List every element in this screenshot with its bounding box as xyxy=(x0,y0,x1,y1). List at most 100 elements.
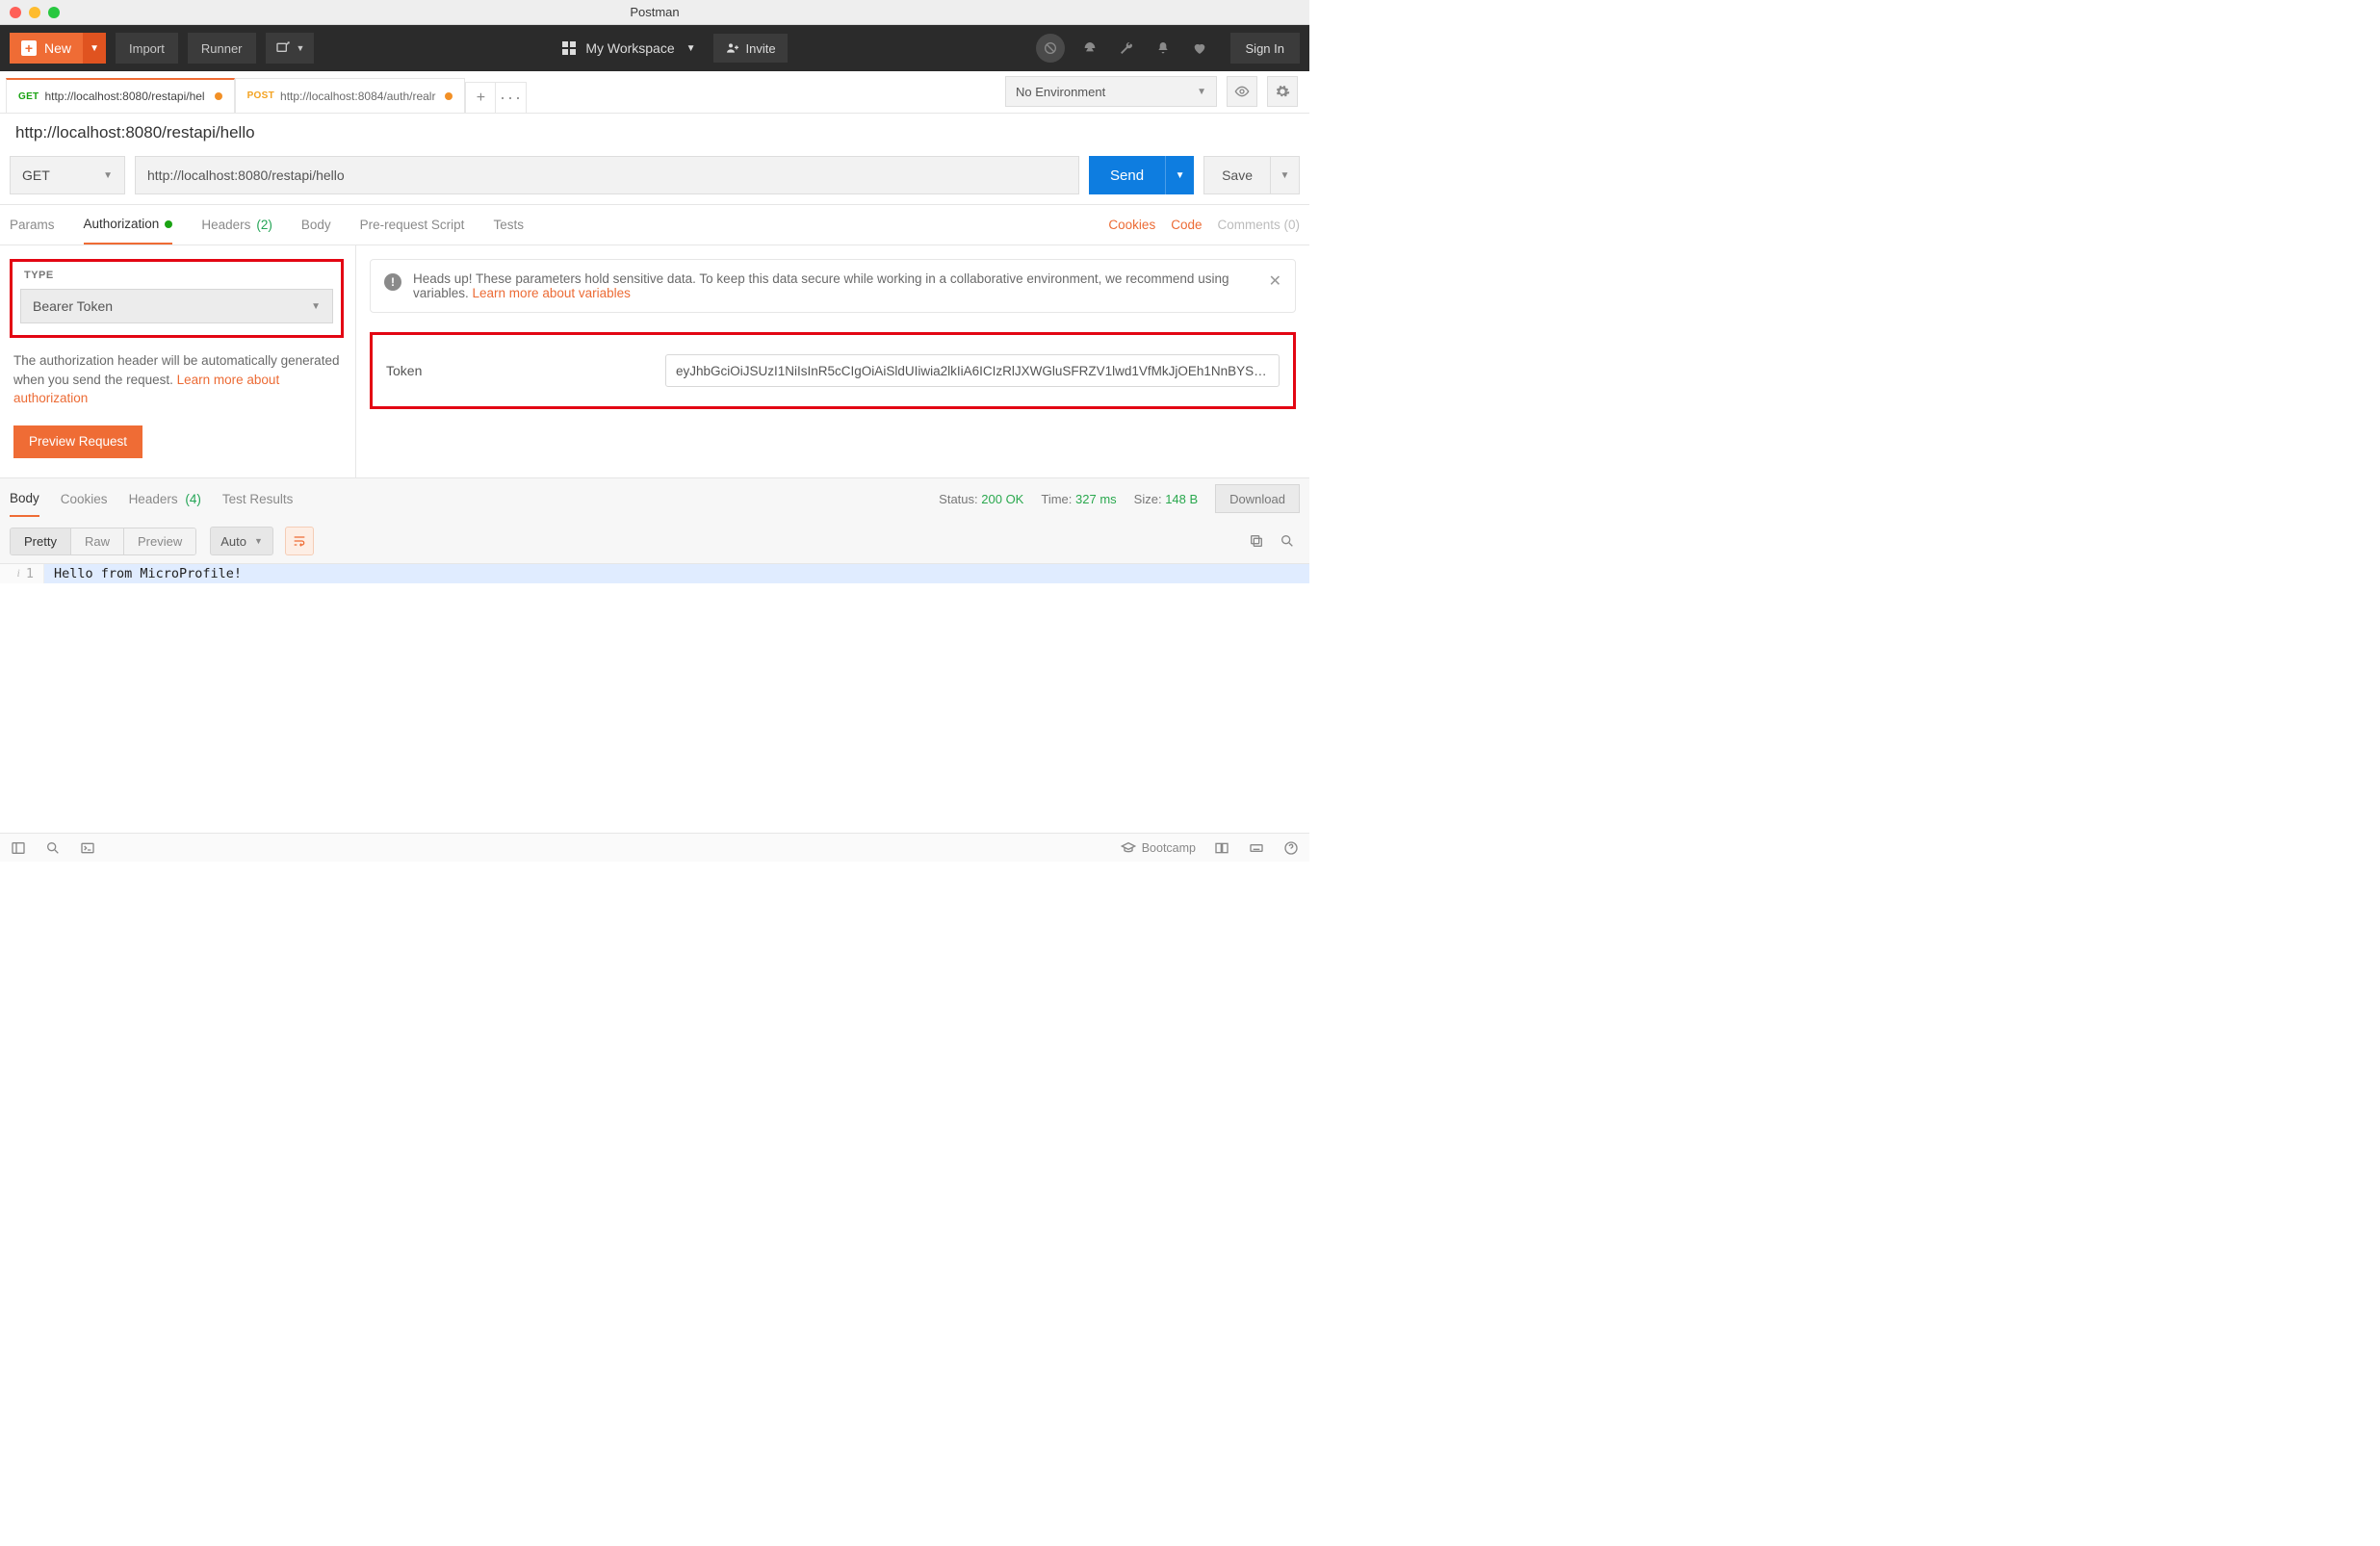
send-dropdown-button[interactable]: ▼ xyxy=(1165,156,1194,194)
chevron-down-icon: ▼ xyxy=(686,43,696,54)
token-input[interactable] xyxy=(665,354,1280,387)
response-tab-body[interactable]: Body xyxy=(10,481,39,517)
tab-actions-button[interactable]: ··· xyxy=(496,82,527,113)
keyboard-shortcuts-button[interactable] xyxy=(1248,839,1265,857)
graduation-cap-icon xyxy=(1121,840,1136,856)
close-banner-button[interactable]: ✕ xyxy=(1269,271,1281,291)
tabs-and-env-row: GET http://localhost:8080/restapi/hel PO… xyxy=(0,71,1309,114)
request-section-tabs: Params Authorization Headers (2) Body Pr… xyxy=(0,205,1309,245)
heads-up-banner: ! Heads up! These parameters hold sensit… xyxy=(370,259,1296,313)
size-label: Size: xyxy=(1134,492,1162,506)
method-selector[interactable]: GET ▼ xyxy=(10,156,125,194)
environment-label: No Environment xyxy=(1016,85,1105,99)
view-preview[interactable]: Preview xyxy=(124,528,195,554)
method-badge: POST xyxy=(247,90,274,101)
line-wrap-toggle[interactable] xyxy=(285,527,314,555)
method-badge: GET xyxy=(18,91,39,102)
search-icon xyxy=(45,840,61,856)
settings-wrench-icon[interactable] xyxy=(1115,37,1138,60)
time-value: 327 ms xyxy=(1075,492,1117,506)
code-link[interactable]: Code xyxy=(1171,218,1202,232)
cookies-link[interactable]: Cookies xyxy=(1108,218,1155,232)
unsaved-dot-icon xyxy=(215,92,222,100)
new-tab-button[interactable]: + xyxy=(465,82,496,113)
chevron-down-icon: ▼ xyxy=(1197,87,1206,97)
save-dropdown-button[interactable]: ▼ xyxy=(1271,156,1300,194)
workspace-selector[interactable]: My Workspace ▼ xyxy=(562,40,695,56)
response-tab-cookies[interactable]: Cookies xyxy=(61,482,108,516)
auth-description: The authorization header will be automat… xyxy=(13,351,340,408)
new-button-dropdown[interactable]: ▼ xyxy=(83,33,106,64)
view-pretty[interactable]: Pretty xyxy=(11,528,71,554)
status-value: 200 OK xyxy=(981,492,1023,506)
view-raw[interactable]: Raw xyxy=(71,528,124,554)
code-line[interactable]: i 1 Hello from MicroProfile! xyxy=(0,564,1309,583)
console-icon xyxy=(80,840,95,856)
find-button[interactable] xyxy=(44,839,62,857)
auth-type-select[interactable]: Bearer Token ▼ xyxy=(20,289,333,323)
auth-type-value: Bearer Token xyxy=(33,298,113,314)
active-dot-icon xyxy=(165,220,172,228)
comments-link[interactable]: Comments (0) xyxy=(1217,218,1300,232)
sidebar-toggle-button[interactable] xyxy=(10,839,27,857)
bootcamp-button[interactable]: Bootcamp xyxy=(1121,840,1196,856)
tab-prerequest[interactable]: Pre-request Script xyxy=(360,205,465,245)
workspace-label: My Workspace xyxy=(585,40,674,56)
app-toolbar: + New ▼ Import Runner ▼ My Workspace ▼ I… xyxy=(0,25,1309,71)
search-response-button[interactable] xyxy=(1275,528,1300,554)
request-tab-1[interactable]: POST http://localhost:8084/auth/realr xyxy=(235,78,466,113)
line-wrap-icon xyxy=(292,533,307,549)
download-button[interactable]: Download xyxy=(1215,484,1300,513)
new-window-button[interactable]: ▼ xyxy=(266,33,315,64)
keyboard-icon xyxy=(1249,840,1264,856)
auth-left-column: TYPE Bearer Token ▼ The authorization he… xyxy=(0,245,356,477)
notifications-bell-icon[interactable] xyxy=(1151,37,1175,60)
response-header: Body Cookies Headers (4) Test Results St… xyxy=(0,477,1309,520)
tab-body[interactable]: Body xyxy=(301,205,331,245)
new-button[interactable]: + New xyxy=(10,33,83,64)
environment-quicklook-button[interactable] xyxy=(1227,76,1257,107)
window-title: Postman xyxy=(0,5,1309,19)
time-label: Time: xyxy=(1041,492,1072,506)
tab-label: http://localhost:8084/auth/realr xyxy=(280,90,435,103)
save-button[interactable]: Save xyxy=(1203,156,1271,194)
capture-icon[interactable] xyxy=(1078,37,1101,60)
response-view-tabs: Pretty Raw Preview xyxy=(10,528,196,555)
method-value: GET xyxy=(22,167,50,183)
url-input[interactable] xyxy=(135,156,1079,194)
eye-icon xyxy=(1234,84,1250,99)
layout-toggle-button[interactable] xyxy=(1213,839,1230,857)
token-label: Token xyxy=(386,363,627,378)
invite-button[interactable]: Invite xyxy=(713,34,788,63)
info-italic-icon: i xyxy=(17,566,20,580)
tab-params[interactable]: Params xyxy=(10,205,55,245)
learn-more-variables-link[interactable]: Learn more about variables xyxy=(473,286,631,300)
heart-icon[interactable] xyxy=(1188,37,1211,60)
copy-response-button[interactable] xyxy=(1244,528,1269,554)
tab-tests[interactable]: Tests xyxy=(493,205,524,245)
size-value: 148 B xyxy=(1165,492,1198,506)
sidebar-icon xyxy=(11,840,26,856)
sync-off-icon[interactable] xyxy=(1036,34,1065,63)
response-format-select[interactable]: Auto ▼ xyxy=(210,527,273,555)
import-button[interactable]: Import xyxy=(116,33,178,64)
preview-request-button[interactable]: Preview Request xyxy=(13,425,142,458)
new-button-label: New xyxy=(44,40,71,56)
response-toolbar: Pretty Raw Preview Auto ▼ xyxy=(0,520,1309,564)
request-tab-0[interactable]: GET http://localhost:8080/restapi/hel xyxy=(6,78,235,113)
response-tab-tests[interactable]: Test Results xyxy=(222,482,294,516)
response-body[interactable]: i 1 Hello from MicroProfile! xyxy=(0,564,1309,833)
line-text: Hello from MicroProfile! xyxy=(44,564,251,583)
environment-selector[interactable]: No Environment ▼ xyxy=(1005,76,1217,107)
send-button[interactable]: Send xyxy=(1089,156,1165,194)
response-tab-headers[interactable]: Headers (4) xyxy=(129,482,201,516)
help-button[interactable] xyxy=(1282,839,1300,857)
runner-button[interactable]: Runner xyxy=(188,33,256,64)
tab-headers[interactable]: Headers (2) xyxy=(201,205,272,245)
status-bar: Bootcamp xyxy=(0,833,1309,862)
environment-manage-button[interactable] xyxy=(1267,76,1298,107)
sign-in-button[interactable]: Sign In xyxy=(1230,33,1300,64)
request-title[interactable]: http://localhost:8080/restapi/hello xyxy=(0,114,1309,150)
tab-authorization[interactable]: Authorization xyxy=(84,205,173,245)
console-button[interactable] xyxy=(79,839,96,857)
